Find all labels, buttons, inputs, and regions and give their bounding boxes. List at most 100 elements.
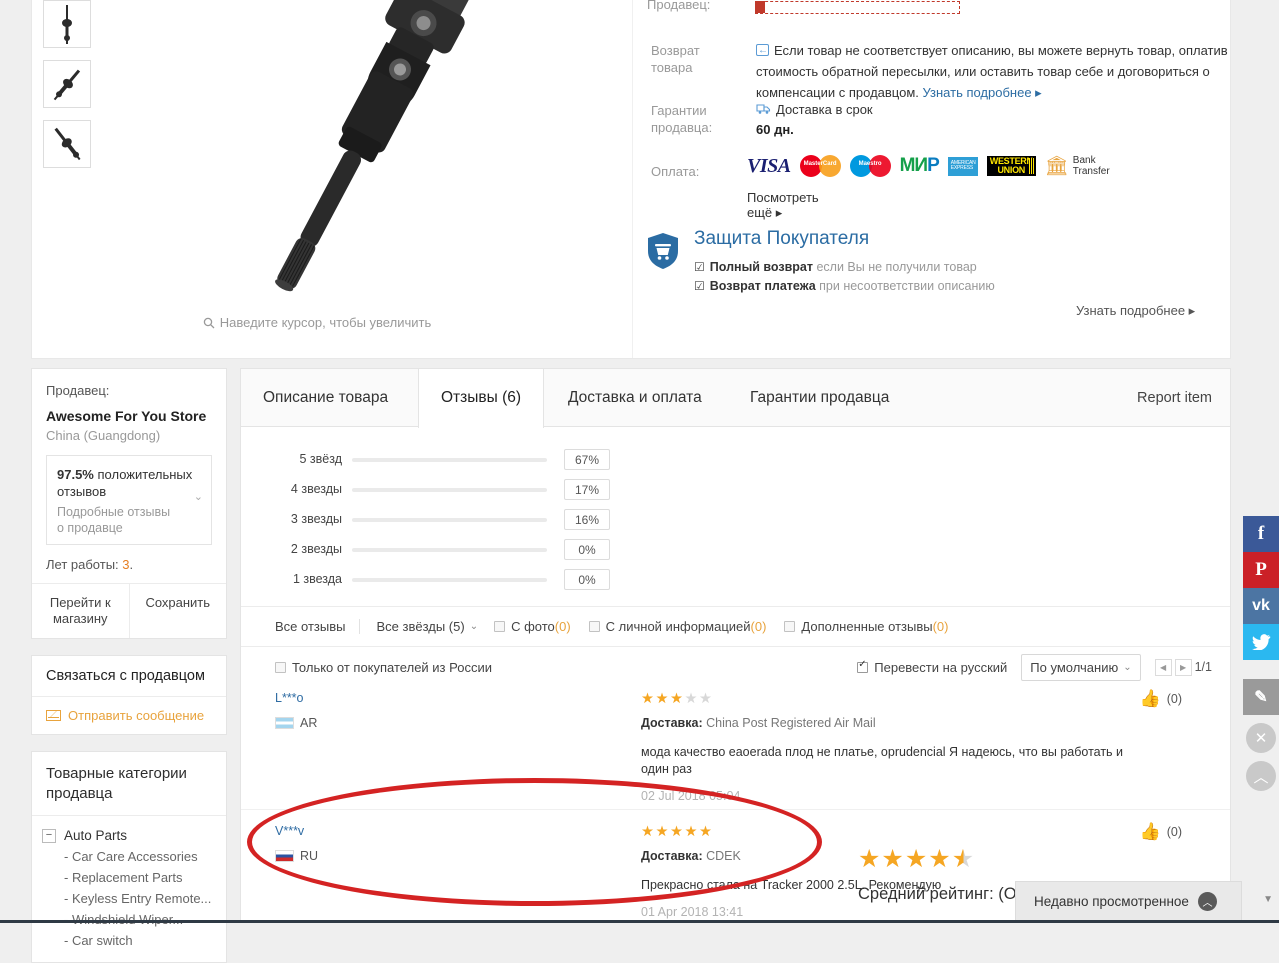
visa-icon: VISA [747, 154, 791, 177]
thumbnail-3[interactable] [43, 120, 91, 168]
filter-all-stars[interactable]: Все звёзды (5) ⌄ [360, 619, 494, 634]
review-like[interactable]: 👍 (0) [1140, 689, 1182, 709]
scroll-down-caret[interactable]: ▼ [1263, 894, 1273, 905]
payment-label: Оплата: [651, 164, 700, 179]
review-user: L***o AR [275, 691, 385, 730]
return-policy-text: Если товар не соответствует описанию, вы… [756, 40, 1228, 103]
flag-argentina-icon [275, 717, 294, 729]
contact-seller-card: Связаться с продавцом Отправить сообщени… [31, 655, 227, 735]
filter-only-russia[interactable]: Только от покупателей из России [275, 660, 492, 675]
guarantee-label: Гарантии продавца: [651, 103, 713, 135]
review-username[interactable]: V***v [275, 824, 385, 838]
sort-select[interactable]: По умолчанию ⌄ [1021, 653, 1141, 681]
filter-with-photo[interactable]: С фото (0) [494, 619, 571, 634]
collapse-icon[interactable]: − [42, 828, 56, 843]
rating-bar-label: 4 звезды [290, 482, 342, 496]
filter-all-reviews[interactable]: Все отзывы [275, 619, 361, 634]
maestro-icon: Maestro [849, 155, 891, 177]
tab-bar: Описание товара Отзывы (6) Доставка и оп… [241, 369, 1230, 428]
category-root[interactable]: − Auto Parts [42, 828, 216, 843]
review-date: 02 Jul 2018 05:04 [641, 789, 741, 803]
checkbox[interactable] [275, 661, 286, 673]
rating-bar-row: 1 звезда 0% [274, 567, 619, 597]
seller-categories-list: − Auto Parts - Car Care Accessories - Re… [32, 816, 226, 962]
seller-label: Продавец: [647, 0, 711, 12]
chevron-up-circle-icon[interactable]: ︿ [1197, 891, 1217, 911]
payment-methods: VISA MasterCard Maestro МИ Р AMERICAN EXPR… [747, 155, 1110, 177]
tab-description[interactable]: Описание товара [241, 369, 410, 427]
thumbnail-1[interactable] [43, 0, 91, 48]
tab-shipping-payment[interactable]: Доставка и оплата [546, 369, 724, 427]
rating-bar-value: 0% [564, 539, 610, 560]
return-box-icon [756, 40, 769, 61]
review-shipping: Доставка: CDEK [641, 849, 741, 863]
recently-viewed-bar[interactable]: Недавно просмотренное ︿ [1015, 881, 1242, 921]
filter-personal-info[interactable]: С личной информацией (0) [588, 619, 766, 634]
buyer-protection-list: ☑ Полный возврат если Вы не получили това… [694, 258, 995, 296]
payment-more-link[interactable]: Посмотреть ещё ▸ [747, 190, 819, 221]
rating-bar-track [352, 458, 547, 462]
pinterest-icon[interactable]: P [1243, 552, 1279, 588]
rating-bar-row: 2 звезды 0% [274, 537, 619, 567]
seller-buttons: Перейти к магазину Сохранить [32, 584, 226, 638]
tab-seller-guarantees[interactable]: Гарантии продавца [728, 369, 911, 427]
rating-bar-track [352, 548, 547, 552]
review-username[interactable]: L***o [275, 691, 385, 705]
chevron-down-icon: ⌄ [1123, 661, 1132, 673]
zoom-hint: Наведите курсор, чтобы увеличить [32, 315, 602, 332]
category-child[interactable]: - Replacement Parts [42, 864, 216, 885]
review-like-count: (0) [1166, 692, 1182, 706]
review-filter-bar: Все отзывы Все звёзды (5) ⌄ С фото (0) С … [241, 606, 1230, 647]
amex-icon: AMERICAN EXPRESS [947, 156, 978, 176]
scroll-top-icon[interactable]: ︿ [1246, 761, 1276, 791]
zoom-hint-text: Наведите курсор, чтобы увеличить [219, 315, 432, 330]
close-icon[interactable]: ✕ [1246, 723, 1276, 753]
next-page-button[interactable]: ▶ [1174, 658, 1192, 676]
search-icon [203, 317, 215, 332]
category-child[interactable]: - Car Care Accessories [42, 843, 216, 864]
report-item-link[interactable]: Report item [1137, 369, 1212, 427]
envelope-icon [46, 710, 61, 721]
buyer-protection-more-link[interactable]: Узнать подробнее ▸ [1076, 303, 1195, 319]
return-more-link[interactable]: Узнать подробнее ▸ [923, 85, 1042, 100]
twitter-icon[interactable] [1243, 624, 1279, 660]
thumbnail-2[interactable] [43, 60, 91, 108]
thumbs-up-icon[interactable]: 👍 [1140, 822, 1161, 842]
review-like[interactable]: 👍 (0) [1140, 822, 1182, 842]
pagination: ◀ ▶ 1/1 [1154, 658, 1212, 676]
category-child[interactable]: - Keyless Entry Remote... [42, 885, 216, 906]
feedback-box[interactable]: 97.5% положительных отзывов Подробные от… [46, 455, 212, 545]
product-main-image[interactable] [112, 0, 582, 305]
prev-page-button[interactable]: ◀ [1154, 658, 1172, 676]
checkbox[interactable] [784, 621, 796, 632]
western-union-icon: WESTERN UNION [986, 156, 1036, 176]
save-store-button[interactable]: Сохранить [130, 584, 227, 638]
guarantee-line1: Доставка в срок [776, 102, 873, 117]
reviews-panel: Описание товара Отзывы (6) Доставка и оп… [240, 368, 1231, 923]
send-message-link[interactable]: Отправить сообщение [32, 697, 226, 734]
rating-bar-track [352, 578, 547, 582]
facebook-icon[interactable]: f [1243, 516, 1279, 552]
flag-russia-icon [275, 850, 294, 862]
filter-translate[interactable]: Перевести на русский [857, 659, 1007, 675]
rating-bar-value: 17% [564, 479, 610, 500]
seller-categories-title: Товарные категории продавца [32, 752, 226, 816]
vk-icon[interactable]: vk [1243, 588, 1279, 624]
mastercard-icon: MasterCard [799, 155, 841, 177]
store-name[interactable]: Awesome For You Store [46, 408, 212, 424]
category-child[interactable]: - Windshield Wiper... [42, 906, 216, 927]
filter-supplemented[interactable]: Дополненные отзывы (0) [784, 619, 948, 634]
edit-pencil-icon[interactable]: ✎ [1243, 679, 1279, 715]
chevron-down-icon[interactable]: ⌄ [194, 490, 203, 503]
mir-icon: МИ Р [899, 155, 940, 176]
checkbox-checked[interactable] [857, 659, 869, 673]
review-user: V***v RU [275, 824, 385, 863]
category-child[interactable]: - Car switch [42, 927, 216, 948]
tab-reviews[interactable]: Отзывы (6) [418, 369, 545, 428]
thumbs-up-icon[interactable]: 👍 [1140, 689, 1161, 709]
page-indicator: 1/1 [1194, 660, 1212, 674]
checkbox[interactable] [494, 621, 506, 632]
feedback-detail[interactable]: Подробные отзывы о продавце [57, 504, 177, 536]
visit-store-button[interactable]: Перейти к магазину [32, 584, 130, 638]
checkbox[interactable] [588, 621, 600, 632]
